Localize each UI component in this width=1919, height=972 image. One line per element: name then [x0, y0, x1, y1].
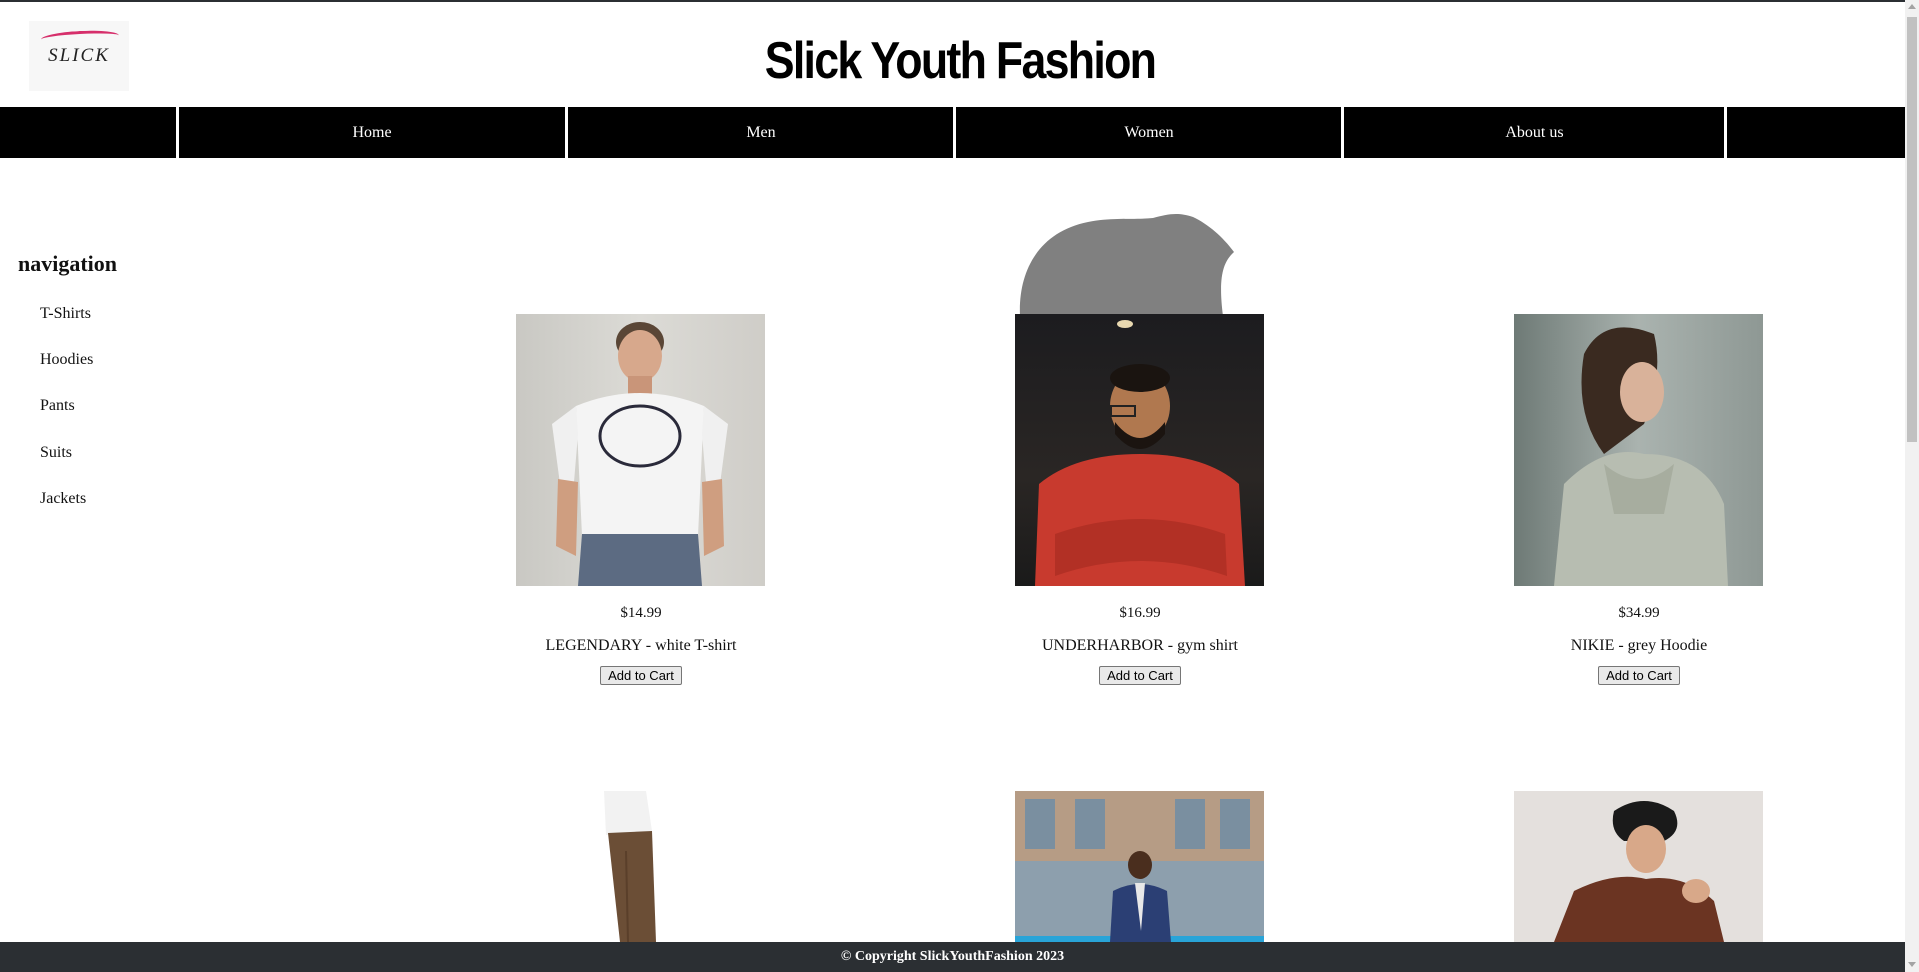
silhouette-image: [1019, 214, 1234, 316]
sidebar-link-suits[interactable]: Suits: [40, 444, 72, 462]
site-logo[interactable]: SLICK: [29, 21, 129, 91]
logo-swoosh-icon: [40, 28, 120, 47]
sidebar-link-t-shirts[interactable]: T-Shirts: [40, 305, 91, 323]
add-to-cart-button[interactable]: Add to Cart: [1099, 666, 1181, 685]
site-title: Slick Youth Fashion: [764, 32, 1157, 90]
product-image[interactable]: [1015, 791, 1264, 942]
vertical-scrollbar[interactable]: [1905, 0, 1919, 972]
product-price: $34.99: [1618, 605, 1660, 621]
main-navbar: Home Men Women About us: [0, 107, 1905, 158]
add-to-cart-button[interactable]: Add to Cart: [600, 666, 682, 685]
product-image[interactable]: [516, 791, 765, 942]
nav-women[interactable]: Women: [953, 107, 1342, 158]
nav-home[interactable]: Home: [176, 107, 565, 158]
add-to-cart-button[interactable]: Add to Cart: [1598, 666, 1680, 685]
logo-text: SLICK: [48, 45, 110, 66]
sidebar-link-pants[interactable]: Pants: [40, 397, 75, 415]
product-price: $16.99: [1119, 605, 1161, 621]
nav-spacer: [1724, 107, 1908, 158]
sidebar-title: navigation: [18, 251, 118, 276]
product-card: $34.99 NIKIE - grey Hoodie Add to Cart: [1514, 314, 1764, 685]
scroll-down-icon[interactable]: [1908, 962, 1916, 967]
nav-about-us[interactable]: About us: [1341, 107, 1725, 158]
product-image[interactable]: [516, 314, 765, 586]
footer: © Copyright SlickYouthFashion 2023: [0, 942, 1905, 972]
product-card: $16.99 UNDERHARBOR - gym shirt Add to Ca…: [1015, 314, 1265, 685]
product-image[interactable]: [1514, 791, 1763, 942]
copyright-text: © Copyright SlickYouthFashion 2023: [840, 949, 1065, 964]
scroll-up-icon[interactable]: [1908, 4, 1916, 9]
product-name: LEGENDARY - white T-shirt: [545, 637, 737, 654]
product-image[interactable]: [1015, 314, 1264, 586]
nav-men[interactable]: Men: [565, 107, 954, 158]
product-image[interactable]: [1514, 314, 1763, 586]
product-card: $14.99 LEGENDARY - white T-shirt Add to …: [516, 314, 766, 685]
scrollbar-thumb[interactable]: [1907, 17, 1917, 442]
product-name: UNDERHARBOR - gym shirt: [1041, 637, 1238, 654]
product-price: $14.99: [620, 605, 662, 621]
product-name: NIKIE - grey Hoodie: [1570, 637, 1708, 654]
sidebar-link-hoodies[interactable]: Hoodies: [40, 351, 93, 369]
top-border: [0, 0, 1919, 2]
sidebar-link-jackets[interactable]: Jackets: [40, 490, 86, 508]
